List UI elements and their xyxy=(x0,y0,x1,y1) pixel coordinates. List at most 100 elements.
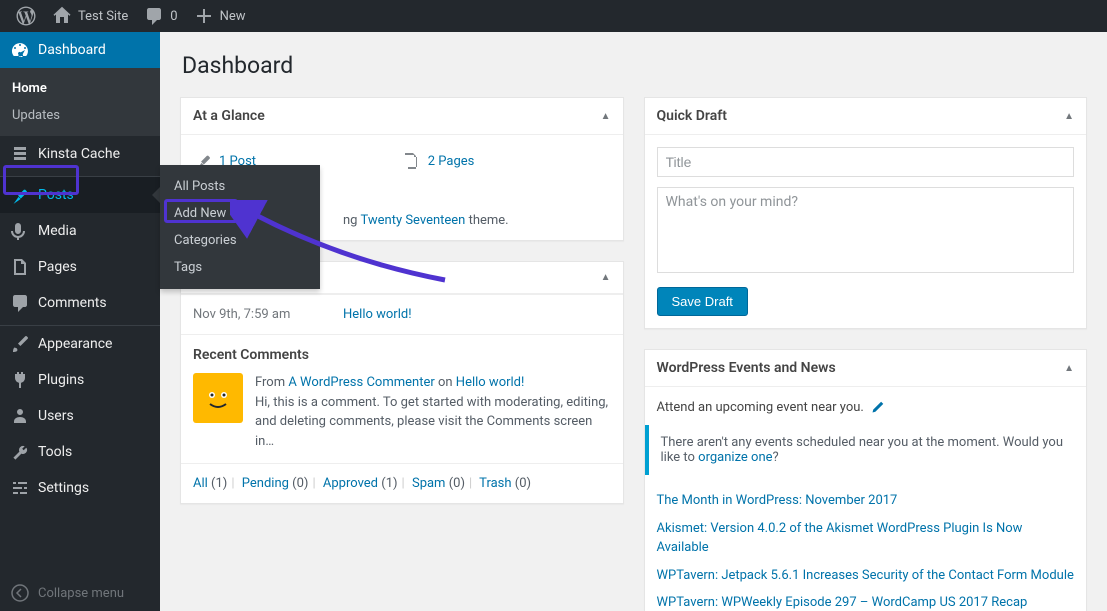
widget-title: WordPress Events and News xyxy=(657,360,836,376)
news-link[interactable]: WPTavern: WPWeekly Episode 297 – WordCam… xyxy=(657,589,1075,611)
publish-date: Nov 9th, 7:59 am xyxy=(193,307,343,322)
news-link[interactable]: WPTavern: Jetpack 5.6.1 Increases Securi… xyxy=(657,562,1075,590)
events-near-you: Attend an upcoming event near you. xyxy=(657,399,1075,415)
collapse-menu[interactable]: Collapse menu xyxy=(0,575,160,611)
comment-item: From A WordPress Commenter on Hello worl… xyxy=(193,373,611,451)
events-news-widget: WordPress Events and News ▲ Attend an up… xyxy=(644,349,1088,611)
sidebar-label: Comments xyxy=(38,295,107,311)
flyout-add-new[interactable]: Add New xyxy=(160,200,320,227)
sidebar-label: Media xyxy=(38,223,77,239)
flyout-categories[interactable]: Categories xyxy=(160,227,320,254)
recent-comments-heading: Recent Comments xyxy=(193,347,611,363)
sidebar-item-media[interactable]: Media xyxy=(0,213,160,249)
submenu-home[interactable]: Home xyxy=(0,75,160,102)
pencil-icon[interactable] xyxy=(870,399,886,415)
brush-icon xyxy=(10,334,30,354)
new-content-link[interactable]: New xyxy=(186,0,254,32)
site-name: Test Site xyxy=(78,9,128,24)
wrench-icon xyxy=(10,442,30,462)
sidebar-label: Appearance xyxy=(38,336,112,352)
wapuu-icon xyxy=(200,380,236,416)
chevron-up-icon[interactable]: ▲ xyxy=(1064,111,1074,122)
glance-pages-link[interactable]: 2 Pages xyxy=(428,154,475,169)
draft-title-input[interactable] xyxy=(657,147,1075,177)
sidebar-item-dashboard[interactable]: Dashboard xyxy=(0,32,160,68)
wp-logo[interactable] xyxy=(8,0,44,32)
organize-one-link[interactable]: organize one xyxy=(698,450,772,465)
sidebar-label: Users xyxy=(38,408,74,424)
news-link[interactable]: Akismet: Version 4.0.2 of the Akismet Wo… xyxy=(657,515,1075,562)
sidebar-item-plugins[interactable]: Plugins xyxy=(0,362,160,398)
widget-title: At a Glance xyxy=(193,108,265,124)
dashboard-submenu: Home Updates xyxy=(0,68,160,136)
sidebar-item-users[interactable]: Users xyxy=(0,398,160,434)
sidebar-item-settings[interactable]: Settings xyxy=(0,470,160,506)
sidebar-label: Tools xyxy=(38,444,72,460)
filter-pending[interactable]: Pending xyxy=(242,476,289,491)
post-link[interactable]: Hello world! xyxy=(343,307,412,322)
activity-widget: ▲ Nov 9th, 7:59 am Hello world! Recent C… xyxy=(180,261,624,504)
widget-header[interactable]: WordPress Events and News ▲ xyxy=(645,350,1087,387)
sidebar-label: Posts xyxy=(38,187,74,203)
news-list: The Month in WordPress: November 2017 Ak… xyxy=(657,487,1075,611)
sidebar-item-pages[interactable]: Pages xyxy=(0,249,160,285)
news-link[interactable]: The Month in WordPress: November 2017 xyxy=(657,487,1075,515)
admin-sidebar: Dashboard Home Updates Kinsta Cache Post… xyxy=(0,32,160,611)
plus-icon xyxy=(194,6,214,26)
posts-flyout-submenu: All Posts Add New Categories Tags xyxy=(160,165,320,289)
sidebar-item-tools[interactable]: Tools xyxy=(0,434,160,470)
widget-title: Quick Draft xyxy=(657,108,727,124)
no-events-notice: There aren't any events scheduled near y… xyxy=(645,425,1087,475)
save-draft-button[interactable]: Save Draft xyxy=(657,287,748,316)
filter-spam[interactable]: Spam xyxy=(412,476,446,491)
comments-count: 0 xyxy=(170,9,177,24)
collapse-icon xyxy=(10,583,30,603)
sidebar-label: Pages xyxy=(38,259,77,275)
sidebar-item-comments[interactable]: Comments xyxy=(0,285,160,321)
submenu-updates[interactable]: Updates xyxy=(0,102,160,129)
chevron-up-icon[interactable]: ▲ xyxy=(601,111,611,122)
filter-approved[interactable]: Approved xyxy=(323,476,378,491)
filter-all[interactable]: All xyxy=(193,476,208,491)
commenter-link[interactable]: A WordPress Commenter xyxy=(288,375,434,390)
sidebar-item-appearance[interactable]: Appearance xyxy=(0,326,160,362)
admin-bar: Test Site 0 New xyxy=(0,0,1107,32)
pages-icon xyxy=(402,151,422,171)
plug-icon xyxy=(10,370,30,390)
sidebar-label: Dashboard xyxy=(38,42,106,58)
avatar xyxy=(193,373,243,423)
comment-body: Hi, this is a comment. To get started wi… xyxy=(255,395,608,449)
cache-icon xyxy=(10,144,30,164)
filter-trash[interactable]: Trash xyxy=(479,476,511,491)
recently-published: Nov 9th, 7:59 am Hello world! xyxy=(181,294,623,334)
sliders-icon xyxy=(10,478,30,498)
comment-post-link[interactable]: Hello world! xyxy=(456,375,525,390)
quick-draft-widget: Quick Draft ▲ Save Draft xyxy=(644,97,1088,329)
pin-icon xyxy=(10,185,30,205)
dashboard-icon xyxy=(10,40,30,60)
glance-pages[interactable]: 2 Pages xyxy=(402,147,611,175)
flyout-all-posts[interactable]: All Posts xyxy=(160,173,320,200)
sidebar-label: Plugins xyxy=(38,372,84,388)
pages-icon xyxy=(10,257,30,277)
widget-header[interactable]: Quick Draft ▲ xyxy=(645,98,1087,135)
chevron-up-icon[interactable]: ▲ xyxy=(601,272,611,283)
comment-icon xyxy=(144,6,164,26)
media-icon xyxy=(10,221,30,241)
collapse-label: Collapse menu xyxy=(38,586,124,601)
sidebar-label: Settings xyxy=(38,480,89,496)
theme-link[interactable]: Twenty Seventeen xyxy=(360,213,465,228)
sidebar-item-kinsta-cache[interactable]: Kinsta Cache xyxy=(0,136,160,172)
chevron-up-icon[interactable]: ▲ xyxy=(1064,363,1074,374)
comments-link[interactable]: 0 xyxy=(136,0,185,32)
main-content: Dashboard At a Glance ▲ 1 Post xyxy=(160,32,1107,611)
page-title: Dashboard xyxy=(182,52,1087,79)
draft-content-input[interactable] xyxy=(657,187,1075,273)
widget-header[interactable]: At a Glance ▲ xyxy=(181,98,623,135)
new-label: New xyxy=(220,9,246,24)
wordpress-icon xyxy=(16,6,36,26)
site-name-link[interactable]: Test Site xyxy=(44,0,136,32)
flyout-tags[interactable]: Tags xyxy=(160,254,320,281)
sidebar-item-posts[interactable]: Posts xyxy=(0,177,160,213)
user-icon xyxy=(10,406,30,426)
